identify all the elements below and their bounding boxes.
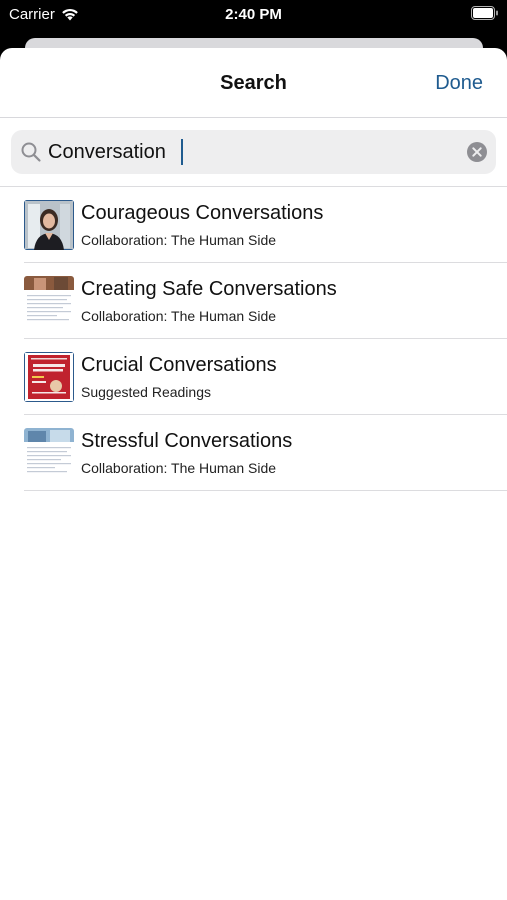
battery-icon: [471, 6, 499, 24]
search-bar[interactable]: [11, 130, 496, 174]
result-subtitle: Suggested Readings: [81, 384, 211, 400]
page-title: Search: [220, 72, 287, 94]
search-result-row[interactable]: Stressful Conversations Collaboration: T…: [24, 415, 507, 491]
result-subtitle: Collaboration: The Human Side: [81, 232, 277, 248]
status-time: 2:40 PM: [225, 6, 282, 23]
result-title: Stressful Conversations: [81, 430, 293, 452]
result-title: Crucial Conversations: [81, 354, 277, 376]
search-result-row[interactable]: Creating Safe Conversations Collaboratio…: [24, 263, 507, 339]
result-subtitle: Collaboration: The Human Side: [81, 460, 277, 476]
search-icon: [21, 142, 41, 162]
search-input[interactable]: [48, 130, 458, 174]
result-title: Creating Safe Conversations: [81, 278, 337, 300]
book-cover-thumbnail: [24, 352, 74, 402]
navigation-bar: Search Done: [0, 48, 507, 118]
article-thumbnail: [24, 428, 74, 478]
text-cursor: [181, 139, 183, 165]
article-thumbnail: [24, 276, 74, 326]
clear-search-icon[interactable]: [467, 142, 487, 162]
done-button[interactable]: Done: [435, 72, 483, 95]
result-title: Courageous Conversations: [81, 202, 324, 224]
search-sheet: Search Done Conversation Courageous Conv…: [0, 48, 507, 900]
portrait-thumbnail: [24, 200, 74, 250]
search-result-row[interactable]: Crucial Conversations Suggested Readings: [24, 339, 507, 415]
search-result-row[interactable]: Courageous Conversations Collaboration: …: [24, 187, 507, 263]
result-subtitle: Collaboration: The Human Side: [81, 308, 277, 324]
status-bar: Carrier 2:40 PM: [0, 0, 507, 30]
search-results-list: Courageous Conversations Collaboration: …: [0, 187, 507, 491]
